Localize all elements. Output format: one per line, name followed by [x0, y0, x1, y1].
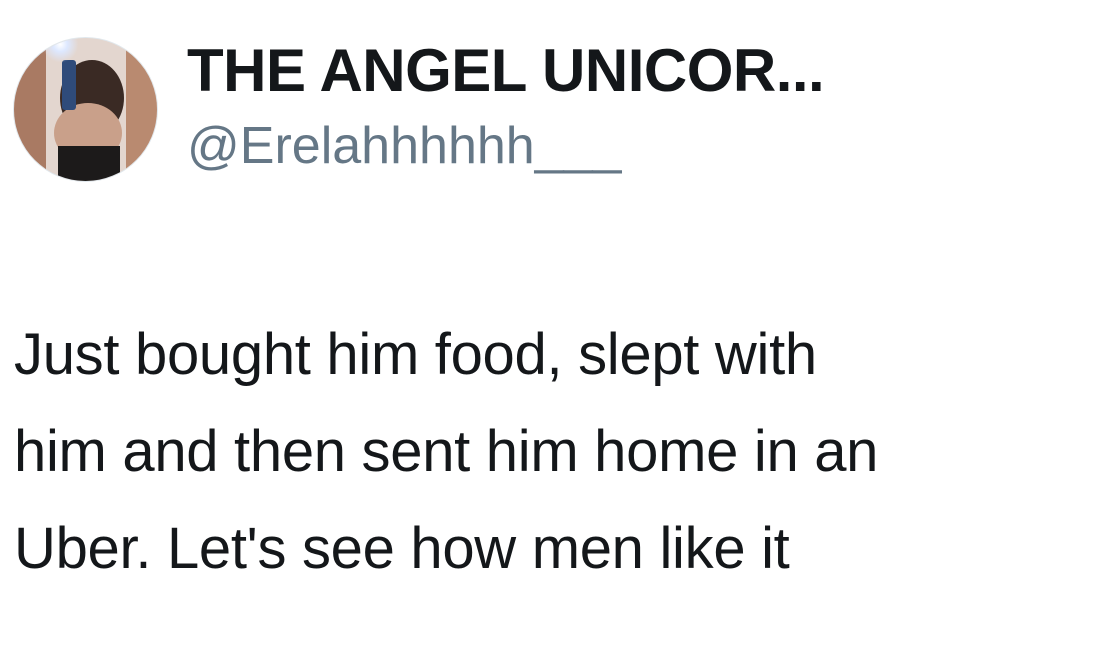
- author-names: THE ANGEL UNICOR... @Erelahhhhhh___: [187, 37, 1067, 177]
- tweet-text: Just bought him food, slept with him and…: [14, 322, 879, 581]
- author-handle[interactable]: @Erelahhhhhh___: [187, 115, 1067, 177]
- tweet-header: THE ANGEL UNICOR... @Erelahhhhhh___: [13, 37, 1073, 187]
- tweet-card: THE ANGEL UNICOR... @Erelahhhhhh___ Just…: [0, 0, 1103, 654]
- author-display-name[interactable]: THE ANGEL UNICOR...: [187, 37, 1067, 105]
- author-avatar[interactable]: [13, 37, 158, 182]
- avatar-photo-icon: [14, 38, 157, 181]
